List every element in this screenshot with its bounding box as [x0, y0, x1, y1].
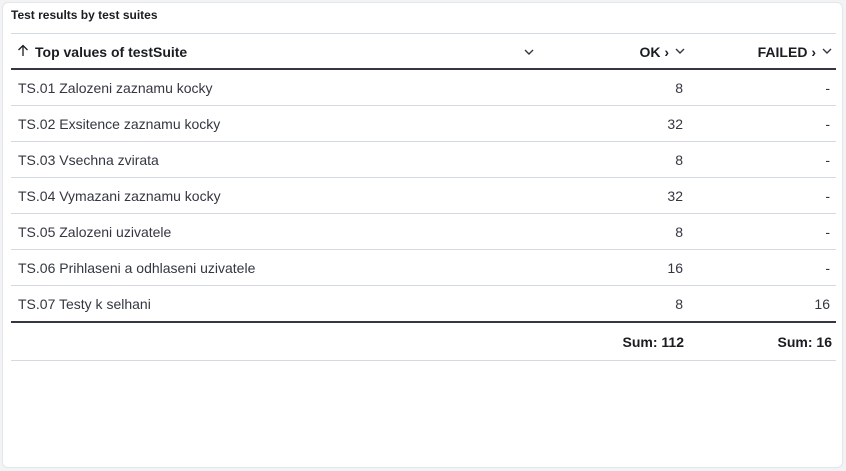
column-header-failed-label: FAILED ›	[757, 43, 816, 60]
column-header-failed[interactable]: FAILED ›	[691, 34, 833, 69]
cell-failed: -	[825, 259, 830, 276]
cell-ok: 8	[675, 295, 683, 312]
data-table: Top values of testSuite OK › FAILED › TS…	[11, 33, 836, 361]
visualization-panel: Test results by test suites Top values o…	[2, 2, 843, 468]
cell-suite: TS.05 Zalozeni uzivatele	[18, 223, 172, 240]
cell-failed: 16	[814, 295, 830, 312]
chevron-down-icon[interactable]	[674, 44, 686, 60]
cell-failed: -	[825, 151, 830, 168]
cell-failed: -	[825, 79, 830, 96]
cell-suite: TS.06 Prihlaseni a odhlaseni uzivatele	[18, 259, 256, 276]
cell-ok: 8	[675, 79, 683, 96]
cell-suite: TS.02 Exsitence zaznamu kocky	[18, 115, 221, 132]
table-row: TS.04 Vymazani zaznamu kocky 32 -	[11, 178, 836, 214]
table-row: TS.03 Vsechna zvirata 8 -	[11, 142, 836, 178]
chevron-down-icon[interactable]	[523, 45, 535, 63]
cell-suite: TS.03 Vsechna zvirata	[18, 151, 159, 168]
table-row: TS.07 Testy k selhani 8 16	[11, 286, 836, 323]
cell-ok: 32	[667, 187, 683, 204]
table-row: TS.02 Exsitence zaznamu kocky 32 -	[11, 106, 836, 142]
table-row: TS.01 Zalozeni zaznamu kocky 8 -	[11, 70, 836, 106]
column-header-suite[interactable]: Top values of testSuite	[17, 34, 537, 69]
chevron-down-icon[interactable]	[821, 44, 833, 60]
cell-ok: 16	[667, 259, 683, 276]
cell-suite: TS.01 Zalozeni zaznamu kocky	[18, 79, 213, 96]
cell-failed: -	[825, 115, 830, 132]
cell-ok: 32	[667, 115, 683, 132]
column-header-suite-label: Top values of testSuite	[35, 43, 188, 60]
cell-failed: -	[825, 223, 830, 240]
footer-sum-failed: Sum: 16	[777, 333, 832, 350]
table-footer: Sum: 112 Sum: 16	[11, 323, 836, 361]
cell-failed: -	[825, 187, 830, 204]
column-header-ok[interactable]: OK ›	[541, 34, 686, 69]
column-header-ok-label: OK ›	[639, 43, 669, 60]
cell-ok: 8	[675, 223, 683, 240]
table-row: TS.06 Prihlaseni a odhlaseni uzivatele 1…	[11, 250, 836, 286]
footer-sum-ok: Sum: 112	[622, 333, 684, 350]
sort-ascending-icon[interactable]	[17, 44, 29, 60]
cell-suite: TS.07 Testy k selhani	[18, 295, 151, 312]
table-row: TS.05 Zalozeni uzivatele 8 -	[11, 214, 836, 250]
table-header: Top values of testSuite OK › FAILED ›	[11, 33, 836, 70]
cell-ok: 8	[675, 151, 683, 168]
cell-suite: TS.04 Vymazani zaznamu kocky	[18, 187, 221, 204]
panel-title: Test results by test suites	[11, 8, 158, 22]
